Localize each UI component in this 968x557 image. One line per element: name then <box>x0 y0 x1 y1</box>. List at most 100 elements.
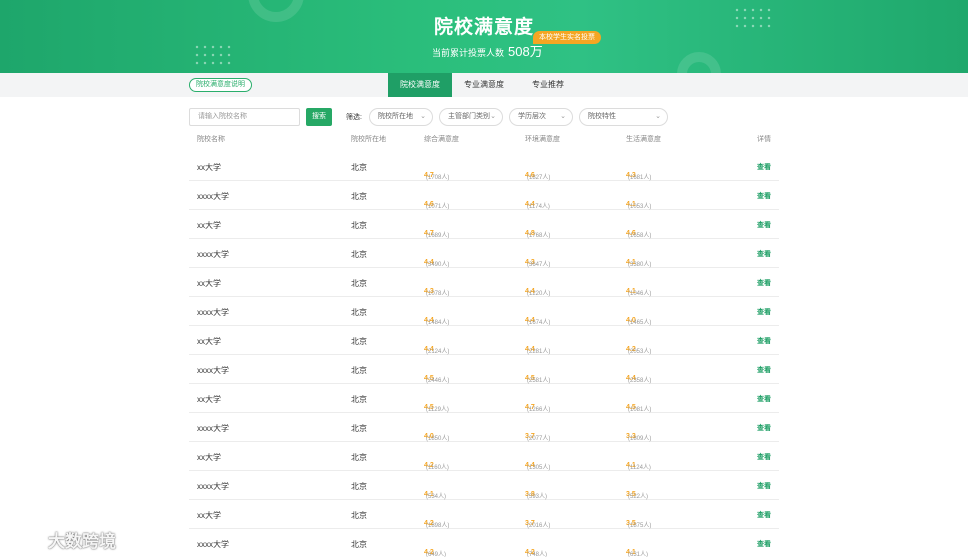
department-select[interactable]: 主管部门类别 ⌄ <box>439 108 503 126</box>
view-detail-link[interactable]: 查看 <box>757 394 771 404</box>
vote-count: (1174人) <box>527 204 550 210</box>
school-name: xxxx大学 <box>197 308 229 317</box>
vote-count: (1220人) <box>527 291 551 297</box>
vote-count: (534人) <box>426 494 447 500</box>
table-row: xxxx大学 北京 4.6 (1071人) 4.4 (1174人) 4.1 (1053人) 查看 <box>189 181 779 210</box>
location-select-value: 院校所在地 <box>378 113 413 120</box>
school-name: xx大学 <box>197 337 221 346</box>
chevron-down-icon: ⌄ <box>560 113 566 120</box>
header-location: 院校所在地 <box>351 136 386 143</box>
table-row: xxxx大学 北京 4.1 (534人) 3.8 (593人) 3.5 (522人) 查看 <box>189 471 779 500</box>
view-detail-link[interactable]: 查看 <box>757 249 771 259</box>
vote-count: (1124人) <box>628 465 651 471</box>
table-row: xx大学 北京 4.5 (1129人) 4.7 (1266人) 4.5 (1081人) 查看 <box>189 384 779 413</box>
school-name: xxxx大学 <box>197 482 229 491</box>
view-detail-link[interactable]: 查看 <box>757 191 771 201</box>
school-feature-select-value: 院校特性 <box>588 113 616 120</box>
vote-count: (649人) <box>426 552 447 557</box>
vote-count-value: 508万 <box>508 44 543 59</box>
vote-count: (1827人) <box>527 175 551 181</box>
vote-count-stat: 当前累计投票人数 508万 <box>432 41 543 60</box>
chevron-down-icon: ⌄ <box>420 113 426 120</box>
vote-count: (3380人) <box>628 262 652 268</box>
school-name: xxxx大学 <box>197 250 229 259</box>
view-detail-link[interactable]: 查看 <box>757 481 771 491</box>
school-name: xx大学 <box>197 453 221 462</box>
school-name: xxxx大学 <box>197 366 229 375</box>
school-location: 北京 <box>351 482 367 491</box>
page-title: 院校满意度 <box>433 17 534 38</box>
satisfaction-explain-button[interactable]: 院校满意度说明 <box>189 78 252 92</box>
vote-count: (1129人) <box>426 407 449 413</box>
vote-count: (1658人) <box>628 233 652 239</box>
decor-ring <box>677 52 721 73</box>
table-row: xxxx大学 北京 4.5 (2446人) 4.5 (2581人) 4.4 (2358人) 查看 <box>189 355 779 384</box>
education-level-select[interactable]: 学历层次 ⌄ <box>509 108 573 126</box>
watermark-logo-icon <box>8 531 44 546</box>
tab-major-satisfaction[interactable]: 专业满意度 <box>452 73 516 97</box>
table-row: xxxx大学 北京 4.4 (3490人) 4.3 (3647人) 4.1 (3380人) 查看 <box>189 239 779 268</box>
header-school-name: 院校名称 <box>197 136 225 143</box>
vote-count: (2016人) <box>527 523 551 529</box>
table-header: 院校名称 院校所在地 综合满意度 环境满意度 生活满意度 详情 <box>189 134 779 152</box>
school-location: 北京 <box>351 308 367 317</box>
vote-count: (1689人) <box>426 233 450 239</box>
view-detail-link[interactable]: 查看 <box>757 336 771 346</box>
location-select[interactable]: 院校所在地 ⌄ <box>369 108 433 126</box>
view-detail-link[interactable]: 查看 <box>757 307 771 317</box>
school-name: xxxx大学 <box>197 540 229 549</box>
school-location: 北京 <box>351 250 367 259</box>
school-name: xxxx大学 <box>197 424 229 433</box>
header-life-satisfaction: 生活满意度 <box>626 136 661 143</box>
school-location: 北京 <box>351 540 367 549</box>
watermark-text: 大数跨境 <box>48 531 116 551</box>
school-feature-select[interactable]: 院校特性 ⌄ <box>579 108 668 126</box>
vote-count: (1053人) <box>628 204 652 210</box>
vote-count: (2581人) <box>527 378 551 384</box>
view-detail-link[interactable]: 查看 <box>757 539 771 549</box>
vote-count: (2358人) <box>628 378 652 384</box>
table-row: xx大学 北京 4.4 (2124人) 4.4 (2281人) 4.2 (2053人) 查看 <box>189 326 779 355</box>
view-detail-link[interactable]: 查看 <box>757 452 771 462</box>
school-name: xx大学 <box>197 395 221 404</box>
table-row: xx大学 北京 4.2 (1898人) 3.7 (2016人) 3.5 (1875人) 查看 <box>189 500 779 529</box>
vote-count: (1681人) <box>628 175 652 181</box>
chevron-down-icon: ⌄ <box>655 113 661 120</box>
view-detail-link[interactable]: 查看 <box>757 365 771 375</box>
tab-major-recommend[interactable]: 专业推荐 <box>516 73 580 97</box>
header-overall-satisfaction: 综合满意度 <box>424 136 459 143</box>
table-body: xx大学 北京 4.7 (1708人) 4.6 (1827人) 4.3 (1681人) 查看 x… <box>189 152 779 557</box>
view-detail-link[interactable]: 查看 <box>757 220 771 230</box>
table-row: xx大学 北京 4.7 (1689人) 4.8 (1768人) 4.6 (1658人) 查看 <box>189 210 779 239</box>
table-row: xxxx大学 北京 4.2 (649人) 4.2 (748人) 4.1 (631人) 查看 <box>189 529 779 557</box>
vote-count: (1674人) <box>527 320 551 326</box>
school-name: xxxx大学 <box>197 192 229 201</box>
search-button[interactable]: 搜索 <box>306 108 332 126</box>
tab-school-satisfaction[interactable]: 院校满意度 <box>388 73 452 97</box>
school-location: 北京 <box>351 424 367 433</box>
vote-count: (1305人) <box>527 465 551 471</box>
school-location: 北京 <box>351 511 367 520</box>
school-location: 北京 <box>351 192 367 201</box>
view-detail-link[interactable]: 查看 <box>757 423 771 433</box>
vote-count: (1071人) <box>426 204 450 210</box>
view-detail-link[interactable]: 查看 <box>757 278 771 288</box>
vote-count: (1046人) <box>628 291 652 297</box>
school-name: xx大学 <box>197 221 221 230</box>
vote-count: (2053人) <box>628 349 652 355</box>
school-location: 北京 <box>351 221 367 230</box>
vote-count: (593人) <box>527 494 548 500</box>
department-select-value: 主管部门类别 <box>448 113 490 120</box>
header-detail: 详情 <box>757 136 771 143</box>
vote-count: (631人) <box>628 552 649 557</box>
vote-count: (1465人) <box>628 320 652 326</box>
header-environment-satisfaction: 环境满意度 <box>525 136 560 143</box>
view-detail-link[interactable]: 查看 <box>757 162 771 172</box>
vote-count: (1078人) <box>426 291 450 297</box>
table-row: xx大学 北京 4.2 (1160人) 4.4 (1305人) 4.1 (1124人) 查看 <box>189 442 779 471</box>
watermark: 大数跨境 <box>8 528 116 551</box>
school-location: 北京 <box>351 395 367 404</box>
decor-dots <box>193 43 233 67</box>
school-search-input[interactable]: 请输入院校名称 <box>189 108 300 126</box>
view-detail-link[interactable]: 查看 <box>757 510 771 520</box>
